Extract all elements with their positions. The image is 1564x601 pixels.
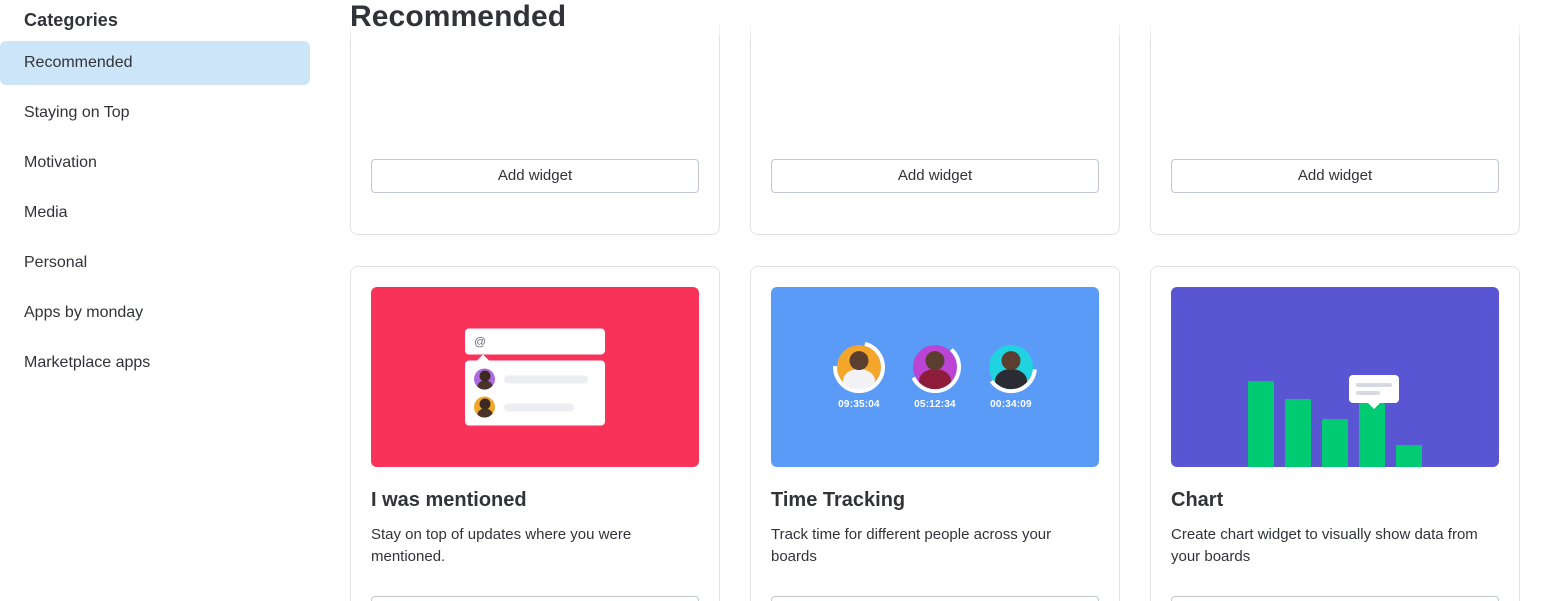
placeholder-bar: [504, 375, 588, 383]
card-description: Track time for different people across y…: [771, 526, 1052, 565]
card-title: Time Tracking: [771, 489, 906, 511]
mention-suggestion-row: [474, 396, 596, 418]
widget-card-chart[interactable]: Chart Create chart widget to visually sh…: [1150, 266, 1520, 601]
card-description: [1171, 87, 1499, 131]
sidebar-item-label: Recommended: [24, 54, 133, 71]
progress-ring: [833, 341, 885, 394]
timer-value: 05:12:34: [914, 399, 956, 411]
sidebar-item-label: Apps by monday: [24, 304, 144, 321]
card-artwork: [1171, 0, 1499, 66]
widget-card-i-was-mentioned[interactable]: @ I was mentioned Stay on top of updates…: [350, 266, 720, 601]
chart-bar: [1359, 403, 1385, 467]
timer-item: 00:34:09: [985, 341, 1037, 410]
widget-card[interactable]: Add widget: [750, 0, 1120, 235]
at-symbol-icon: @: [474, 334, 487, 349]
timer-item: 05:12:34: [909, 341, 961, 410]
mention-dropdown-mock: [465, 360, 605, 426]
sidebar-item-staying-on-top[interactable]: Staying on Top: [0, 91, 310, 135]
sidebar-item-personal[interactable]: Personal: [0, 241, 310, 285]
sidebar-item-marketplace-apps[interactable]: Marketplace apps: [0, 341, 310, 385]
mention-illustration: @: [465, 328, 605, 426]
sidebar-title: Categories: [24, 10, 119, 30]
add-widget-button[interactable]: Add widget: [771, 159, 1099, 193]
card-description: Stay on top of updates where you were me…: [371, 526, 632, 565]
mention-suggestion-row: [474, 368, 596, 390]
chart-tooltip: [1349, 375, 1399, 403]
sidebar-item-label: Personal: [24, 254, 88, 271]
sidebar-item-label: Motivation: [24, 154, 97, 171]
tooltip-line: [1356, 383, 1392, 387]
add-widget-button[interactable]: Add widget: [1171, 596, 1499, 601]
chart-bar: [1248, 381, 1274, 467]
card-artwork: [771, 0, 1099, 66]
chart-bar: [1285, 399, 1311, 467]
card-title: Chart: [1171, 489, 1224, 511]
sidebar: Categories Recommended Staying on Top Mo…: [0, 0, 340, 601]
card-artwork-chart: [1171, 287, 1499, 467]
card-artwork-mention: @: [371, 287, 699, 467]
widget-card[interactable]: Add widget: [1150, 0, 1520, 235]
main-header: Recommended: [350, 0, 566, 34]
main-content: Add widget Add widget Add widget @ I was…: [340, 0, 1564, 601]
sidebar-item-motivation[interactable]: Motivation: [0, 141, 310, 185]
sidebar-item-label: Staying on Top: [24, 104, 130, 121]
progress-ring: [909, 341, 961, 394]
widget-card[interactable]: Add widget: [350, 0, 720, 235]
tooltip-line: [1356, 391, 1380, 395]
page-title: Recommended: [350, 0, 567, 33]
timer-value: 09:35:04: [838, 399, 880, 411]
widget-center: Categories Recommended Staying on Top Mo…: [0, 0, 1564, 601]
add-widget-button[interactable]: Add widget: [371, 159, 699, 193]
timer-illustration: 09:35:04 05:12:34 00:34:09: [833, 341, 1037, 410]
mention-input-mock: @: [465, 328, 605, 355]
avatar: [474, 368, 495, 390]
sidebar-item-media[interactable]: Media: [0, 191, 310, 235]
sidebar-item-recommended[interactable]: Recommended: [0, 41, 310, 85]
avatar: [474, 396, 495, 418]
add-widget-button[interactable]: Add widget: [771, 596, 1099, 601]
timer-value: 00:34:09: [990, 399, 1032, 411]
category-list: Recommended Staying on Top Motivation Me…: [0, 41, 340, 385]
sidebar-item-label: Media: [24, 204, 68, 221]
widget-card-time-tracking[interactable]: 09:35:04 05:12:34 00:34:09 Time Tracking…: [750, 266, 1120, 601]
sidebar-item-apps-by-monday[interactable]: Apps by monday: [0, 291, 310, 335]
card-description: [771, 87, 1099, 131]
sidebar-item-label: Marketplace apps: [24, 354, 151, 371]
timer-item: 09:35:04: [833, 341, 885, 410]
card-title: I was mentioned: [371, 489, 527, 511]
card-description: [371, 87, 699, 131]
card-description: Create chart widget to visually show dat…: [1171, 526, 1478, 565]
chart-bar: [1396, 445, 1422, 467]
widget-grid: Add widget Add widget Add widget @ I was…: [350, 0, 1520, 601]
add-widget-button[interactable]: Add widget: [1171, 159, 1499, 193]
chart-bar: [1322, 419, 1348, 467]
card-artwork-time-tracking: 09:35:04 05:12:34 00:34:09: [771, 287, 1099, 467]
progress-ring: [985, 341, 1037, 394]
add-widget-button[interactable]: Add widget: [371, 596, 699, 601]
placeholder-bar: [504, 403, 574, 411]
